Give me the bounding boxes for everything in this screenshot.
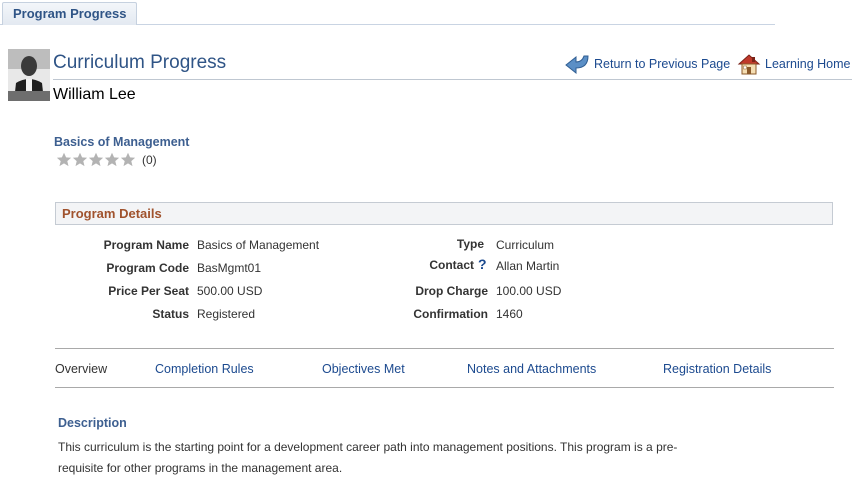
- rating-stars: [56, 152, 136, 167]
- learning-home-link[interactable]: Learning Home: [737, 52, 850, 76]
- tab-overview[interactable]: Overview: [55, 362, 107, 376]
- type-value: Curriculum: [496, 238, 555, 252]
- subtabs-divider-top: [55, 348, 834, 349]
- description-title: Description: [58, 416, 127, 430]
- person-photo-icon: [8, 49, 50, 101]
- section-title: Program Details: [62, 206, 162, 221]
- label-program-name: Program Name: [103, 238, 189, 252]
- program-name-link[interactable]: Basics of Management: [197, 238, 319, 252]
- label-status: Status: [152, 307, 189, 321]
- avatar: [8, 49, 50, 101]
- course-title-link[interactable]: Basics of Management: [54, 135, 189, 149]
- person-name: William Lee: [53, 86, 136, 103]
- label-confirmation: Confirmation: [413, 307, 488, 321]
- label-contact: Contact: [429, 258, 474, 272]
- house-icon: [737, 54, 761, 75]
- star-icon: [120, 152, 136, 167]
- return-arrow-icon: [565, 55, 589, 75]
- star-icon: [104, 152, 120, 167]
- contact-help-icon[interactable]: ?: [478, 256, 487, 272]
- program-details-header: Program Details: [55, 202, 833, 225]
- tab-notes-and-attachments[interactable]: Notes and Attachments: [467, 362, 596, 376]
- tab-bar: Program Progress: [0, 0, 775, 25]
- subtabs-divider-bottom: [55, 387, 834, 388]
- return-to-previous-page-link[interactable]: Return to Previous Page: [564, 52, 730, 76]
- star-icon: [72, 152, 88, 167]
- tab-program-progress[interactable]: Program Progress: [2, 2, 138, 25]
- label-type: Type: [456, 237, 484, 251]
- rating-count: (0): [142, 152, 157, 167]
- price-per-seat-value: 500.00 USD: [197, 284, 263, 298]
- label-drop-charge: Drop Charge: [415, 284, 488, 298]
- label-program-code: Program Code: [106, 261, 189, 275]
- contact-value: Allan Martin: [496, 259, 560, 273]
- description-text: This curriculum is the starting point fo…: [58, 440, 678, 475]
- learning-home-label: Learning Home: [765, 57, 851, 71]
- page-title: Curriculum Progress: [53, 52, 227, 73]
- star-icon: [88, 152, 104, 167]
- return-link-label: Return to Previous Page: [594, 57, 731, 71]
- rating: (0): [56, 152, 157, 167]
- star-icon: [56, 152, 72, 167]
- drop-charge-value: 100.00 USD: [496, 284, 562, 298]
- header-divider: [53, 79, 852, 80]
- tab-completion-rules[interactable]: Completion Rules: [155, 362, 254, 376]
- tab-objectives-met[interactable]: Objectives Met: [322, 362, 405, 376]
- status-value: Registered: [197, 307, 256, 321]
- tab-registration-details[interactable]: Registration Details: [663, 362, 771, 376]
- program-code-value: BasMgmt01: [197, 261, 262, 275]
- confirmation-value: 1460: [496, 307, 523, 321]
- label-price-per-seat: Price Per Seat: [108, 284, 189, 298]
